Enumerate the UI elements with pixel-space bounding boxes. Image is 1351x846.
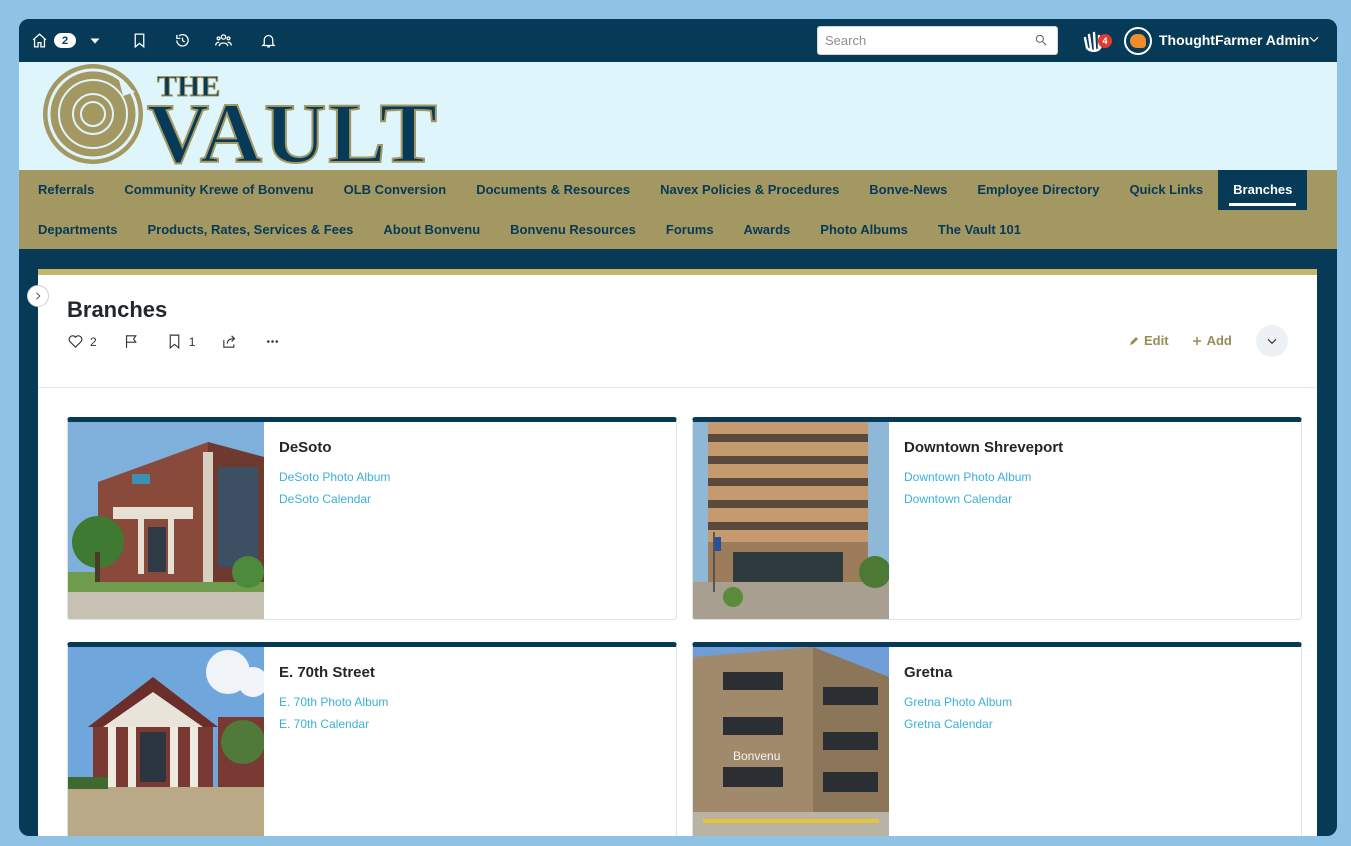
building-sign-text: Bonvenu [733,749,780,763]
chevron-down-icon [1267,338,1277,345]
bookmark-icon [169,334,180,350]
calendar-link[interactable]: DeSoto Calendar [279,488,390,510]
nav-item-forums[interactable]: Forums [651,210,729,250]
top-bar: 2 4 ThoughtFarmer Admin [19,19,1337,62]
page-title: Branches [67,297,168,322]
bookmark-icon [134,33,145,49]
home-count-badge: 2 [54,33,76,48]
edit-label: Edit [1144,333,1169,348]
calendar-link[interactable]: Downtown Calendar [904,488,1063,510]
edit-add-group: Edit Add [1128,333,1254,348]
branch-photo[interactable]: Bonvenu [693,647,889,836]
bookmark-page-button[interactable]: 1 [166,333,196,350]
nav-item-products-rates[interactable]: Products, Rates, Services & Fees [132,210,368,250]
branch-info: E. 70th Street E. 70th Photo Album E. 70… [279,664,388,735]
divider [38,387,1317,388]
bookmark-count: 1 [188,334,196,349]
history-button[interactable] [174,19,191,62]
more-options-button[interactable] [264,333,281,350]
ellipsis-icon [267,340,279,343]
bell-icon [261,34,276,48]
calendar-link[interactable]: E. 70th Calendar [279,713,388,735]
calendar-link[interactable]: Gretna Calendar [904,713,1012,735]
branch-title[interactable]: E. 70th Street [279,664,388,681]
vault-logo[interactable]: THE VAULT [39,62,459,170]
main-navigation: Referrals Community Krewe of Bonvenu OLB… [19,170,1337,249]
branch-title[interactable]: Gretna [904,664,1012,681]
like-count: 2 [90,334,97,349]
like-button[interactable]: 2 [67,333,97,350]
nav-item-employee-directory[interactable]: Employee Directory [962,170,1114,210]
share-button[interactable] [221,333,238,350]
home-button[interactable]: 2 [31,19,76,62]
edit-button[interactable]: Edit [1128,333,1169,348]
photo-album-link[interactable]: Gretna Photo Album [904,691,1012,713]
photo-album-link[interactable]: E. 70th Photo Album [279,691,388,713]
chevron-right-icon [36,292,41,300]
branch-title[interactable]: Downtown Shreveport [904,439,1063,456]
nav-row-2: Departments Products, Rates, Services & … [23,210,1036,250]
nav-item-bonvenu-resources[interactable]: Bonvenu Resources [495,210,651,250]
nav-item-quick-links[interactable]: Quick Links [1114,170,1218,210]
nav-item-photo-albums[interactable]: Photo Albums [805,210,923,250]
expand-options-button[interactable] [1256,325,1288,357]
notifications-button[interactable] [260,19,277,62]
photo-album-link[interactable]: DeSoto Photo Album [279,466,390,488]
caret-down-icon [90,38,100,44]
page-content: Branches 2 1 Edit Add DeSoto DeSoto Phot… [38,269,1317,836]
flag-button[interactable] [123,333,140,350]
nav-item-the-vault-101[interactable]: The Vault 101 [923,210,1036,250]
nav-row-1: Referrals Community Krewe of Bonvenu OLB… [23,170,1308,210]
nav-item-branches[interactable]: Branches [1218,170,1308,210]
app-window: 2 4 ThoughtFarmer Admin [19,19,1337,836]
nav-item-about-bonvenu[interactable]: About Bonvenu [368,210,495,250]
site-banner: THE VAULT [19,62,1337,170]
branch-photo[interactable] [68,422,264,619]
branch-card: E. 70th Street E. 70th Photo Album E. 70… [67,642,677,836]
branch-card: DeSoto DeSoto Photo Album DeSoto Calenda… [67,417,677,620]
plus-icon [1192,336,1201,345]
branch-card: Downtown Shreveport Downtown Photo Album… [692,417,1302,620]
pencil-icon [1130,336,1138,345]
history-icon [176,34,189,47]
add-button[interactable]: Add [1191,333,1232,348]
home-icon [32,33,47,48]
nav-item-departments[interactable]: Departments [23,210,132,250]
user-name[interactable]: ThoughtFarmer Admin [1159,19,1309,62]
branch-info: Gretna Gretna Photo Album Gretna Calenda… [904,664,1012,735]
nav-item-referrals[interactable]: Referrals [23,170,109,210]
search-box [817,26,1058,55]
search-icon[interactable] [1034,33,1048,52]
branch-photo[interactable] [68,647,264,836]
chevron-down-icon[interactable] [1307,32,1321,51]
nav-item-awards[interactable]: Awards [729,210,806,250]
logo-vault-text: VAULT [147,85,439,170]
add-label: Add [1206,333,1232,348]
nav-item-documents-resources[interactable]: Documents & Resources [461,170,645,210]
avatar[interactable] [1124,27,1152,55]
branch-card: Bonvenu Gretna Gretna Photo Album Gretna… [692,642,1302,836]
nav-item-bonve-news[interactable]: Bonve-News [854,170,962,210]
bookmarks-button[interactable] [131,19,148,62]
heart-icon [68,335,83,348]
people-button[interactable] [215,19,232,62]
wave-count-badge: 4 [1098,34,1112,48]
sidebar-toggle-button[interactable] [27,285,49,307]
search-input[interactable] [825,27,1030,54]
nav-item-community-krewe[interactable]: Community Krewe of Bonvenu [109,170,328,210]
branch-info: Downtown Shreveport Downtown Photo Album… [904,439,1063,510]
share-icon [223,335,236,348]
people-icon [215,34,232,47]
flag-icon [125,335,137,348]
nav-item-olb-conversion[interactable]: OLB Conversion [329,170,462,210]
home-dropdown-button[interactable] [89,19,101,62]
branch-title[interactable]: DeSoto [279,439,390,456]
branch-info: DeSoto DeSoto Photo Album DeSoto Calenda… [279,439,390,510]
branch-photo[interactable] [693,422,889,619]
nav-item-navex-policies[interactable]: Navex Policies & Procedures [645,170,854,210]
page-actions: 2 1 [67,333,307,350]
photo-album-link[interactable]: Downtown Photo Album [904,466,1063,488]
